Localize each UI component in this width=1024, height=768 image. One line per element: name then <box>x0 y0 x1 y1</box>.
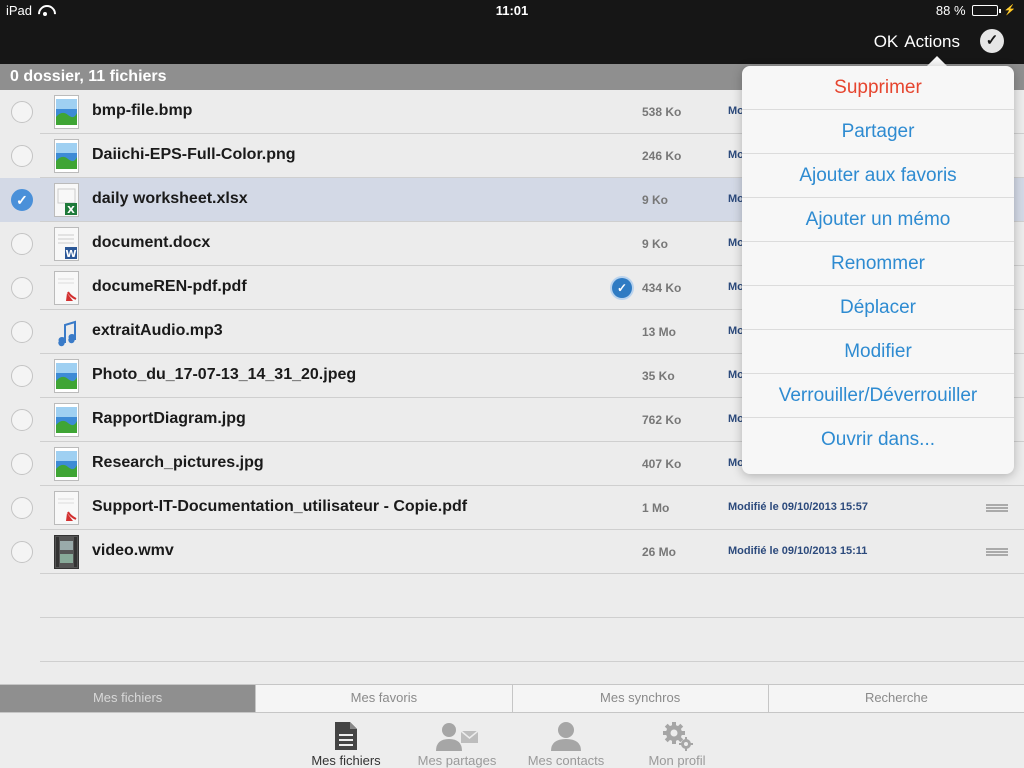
audio-file-icon <box>54 315 79 349</box>
tab-bar-label: Mon profil <box>648 753 706 768</box>
row-select-radio[interactable] <box>11 541 33 563</box>
file-size: 434 Ko <box>642 281 682 295</box>
tab-bar-label: Mes partages <box>417 753 497 768</box>
action-menu-item[interactable]: Partager <box>742 110 1014 154</box>
share-person-icon <box>407 717 507 751</box>
excel-file-icon: X <box>54 183 79 217</box>
row-select-radio[interactable] <box>11 145 33 167</box>
tab-bar-label: Mes fichiers <box>311 753 381 768</box>
image-file-icon <box>54 139 79 173</box>
empty-row <box>0 618 1024 662</box>
status-time: 11:01 <box>495 3 529 18</box>
svg-text:W: W <box>65 249 76 260</box>
segment-tab[interactable]: Mes fichiers <box>0 685 257 712</box>
segment-tab[interactable]: Mes synchros <box>513 685 769 712</box>
tab-bar-item[interactable]: Mes contacts <box>516 717 616 768</box>
file-size: 9 Ko <box>642 237 669 251</box>
file-row[interactable]: Support-IT-Documentation_utilisateur - C… <box>0 486 1024 530</box>
contact-person-icon <box>516 717 616 751</box>
action-menu-item[interactable]: Ouvrir dans... <box>742 418 1014 462</box>
action-menu-item[interactable]: Modifier <box>742 330 1014 374</box>
segment-tab[interactable]: Mes favoris <box>256 685 513 712</box>
image-file-icon <box>54 403 79 437</box>
row-select-radio[interactable] <box>11 453 33 475</box>
charging-icon: ⚡ <box>1003 5 1016 16</box>
file-size: 13 Mo <box>642 325 677 339</box>
action-menu-item[interactable]: Supprimer <box>742 66 1014 110</box>
file-name: Research_pictures.jpg <box>92 454 264 471</box>
action-menu-item[interactable]: Ajouter un mémo <box>742 198 1014 242</box>
file-size: 246 Ko <box>642 149 682 163</box>
action-menu-item[interactable]: Verrouiller/Déverrouiller <box>742 374 1014 418</box>
battery-icon <box>971 5 1001 16</box>
file-size: 1 Mo <box>642 501 670 515</box>
tab-bar: Mes fichiers Mes partages Mes contacts Mon … <box>0 712 1024 768</box>
video-file-icon <box>54 535 79 569</box>
synced-check-icon: ✓ <box>612 278 632 298</box>
file-size: 762 Ko <box>642 413 682 427</box>
file-size: 26 Mo <box>642 545 677 559</box>
reorder-handle-icon[interactable] <box>986 548 1008 556</box>
row-select-radio[interactable] <box>11 277 33 299</box>
pdf-file-icon <box>54 491 79 525</box>
gear-icon <box>627 717 727 751</box>
file-size: 538 Ko <box>642 105 682 119</box>
tab-bar-item[interactable]: Mon profil <box>627 717 727 768</box>
action-menu-item[interactable]: Déplacer <box>742 286 1014 330</box>
file-name: Daiichi-EPS-Full-Color.png <box>92 146 296 163</box>
file-name: bmp-file.bmp <box>92 102 193 119</box>
file-modified-date: Modifié le 09/10/2013 15:11 <box>728 545 868 557</box>
file-size: 9 Ko <box>642 193 669 207</box>
reorder-handle-icon[interactable] <box>986 504 1008 512</box>
segment-tab[interactable]: Recherche <box>769 685 1024 712</box>
file-size: 35 Ko <box>642 369 675 383</box>
empty-row <box>0 574 1024 618</box>
popover-arrow <box>927 56 947 66</box>
action-menu-item[interactable]: Renommer <box>742 242 1014 286</box>
row-select-radio[interactable] <box>11 321 33 343</box>
file-name: video.wmv <box>92 542 174 559</box>
file-name: RapportDiagram.jpg <box>92 410 246 427</box>
tab-bar-label: Mes contacts <box>527 753 605 768</box>
actions-popover: Supprimer Partager Ajouter aux favoris Ajou… <box>742 66 1014 474</box>
svg-text:X: X <box>67 205 75 216</box>
navigation-bar: OK Actions ✓ <box>0 20 1024 64</box>
image-file-icon <box>54 447 79 481</box>
actions-button[interactable]: Actions <box>904 32 960 52</box>
file-name: documeREN-pdf.pdf <box>92 278 247 295</box>
file-modified-date: Modifié le 09/10/2013 15:57 <box>728 501 869 513</box>
tab-bar-item[interactable]: Mes partages <box>407 717 507 768</box>
file-name: Photo_du_17-07-13_14_31_20.jpeg <box>92 366 357 383</box>
file-name: document.docx <box>92 234 211 251</box>
select-mode-check-icon[interactable]: ✓ <box>980 29 1004 53</box>
file-size: 407 Ko <box>642 457 682 471</box>
row-select-radio[interactable] <box>11 365 33 387</box>
battery-percent: 88 % <box>935 3 966 18</box>
file-row[interactable]: video.wmv 26 Mo Modifié le 09/10/2013 15:1… <box>0 530 1024 574</box>
file-name: Support-IT-Documentation_utilisateur - C… <box>92 498 468 515</box>
file-name: daily worksheet.xlsx <box>92 190 248 207</box>
status-bar: iPad 11:01 88 % ⚡ <box>0 0 1024 20</box>
segment-tabs: Mes fichiers Mes favoris Mes synchros Reche… <box>0 684 1024 712</box>
row-select-radio[interactable] <box>11 233 33 255</box>
file-name: extraitAudio.mp3 <box>92 322 223 339</box>
action-menu-item[interactable]: Ajouter aux favoris <box>742 154 1014 198</box>
row-select-radio[interactable] <box>11 497 33 519</box>
row-select-radio[interactable] <box>11 101 33 123</box>
row-checked-icon[interactable]: ✓ <box>11 189 33 211</box>
row-select-radio[interactable] <box>11 409 33 431</box>
word-file-icon: W <box>54 227 79 261</box>
image-file-icon <box>54 359 79 393</box>
image-file-icon <box>54 95 79 129</box>
tab-bar-item[interactable]: Mes fichiers <box>296 717 396 768</box>
document-icon <box>296 717 396 751</box>
ok-button[interactable]: OK <box>874 32 899 52</box>
pdf-file-icon <box>54 271 79 305</box>
